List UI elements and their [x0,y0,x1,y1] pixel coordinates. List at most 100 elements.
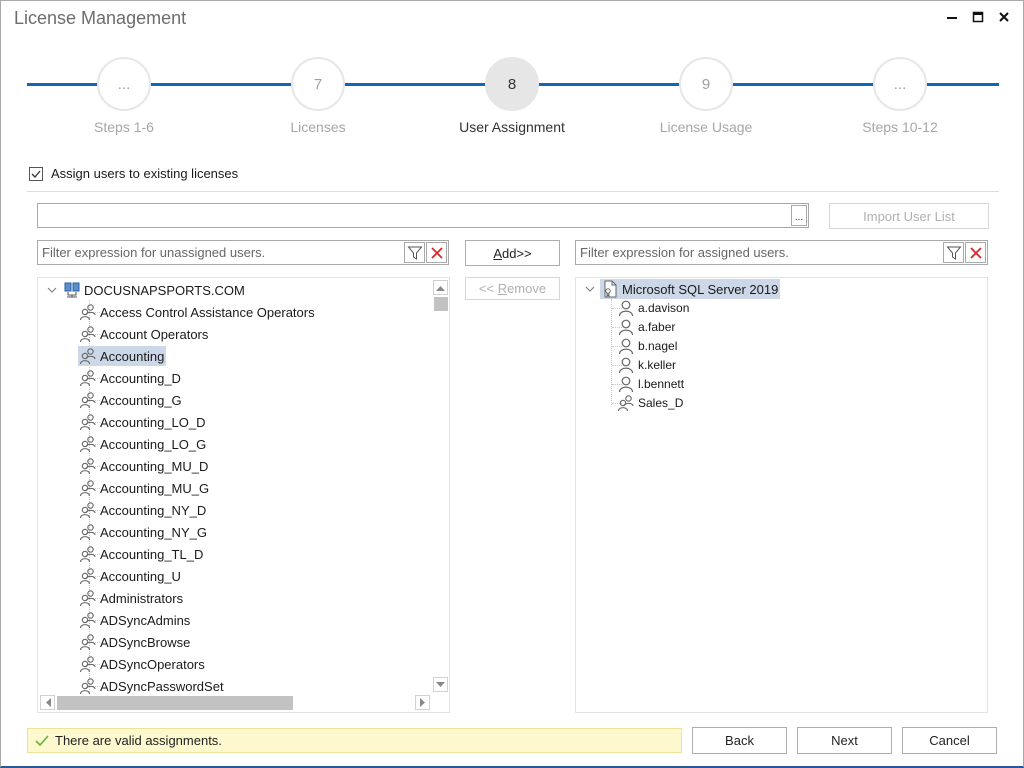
step-license-usage[interactable]: 9 License Usage [626,57,786,135]
step-circle: 8 [485,57,539,111]
assigned-users-tree[interactable]: Microsoft SQL Server 2019 a.davison a.fab… [575,277,988,713]
tree-item-label: Accounting_G [100,392,182,408]
step-circle: 7 [291,57,345,111]
group-icon [78,479,98,497]
tree-item[interactable]: Accounting_LO_D [78,412,208,432]
browse-button[interactable]: ... [791,205,807,226]
horizontal-scroll-thumb[interactable] [57,696,293,710]
wizard-stepper: ... Steps 1-6 7 Licenses 8 User Assignme… [27,57,999,147]
assigned-filter [575,240,988,265]
tree-item-label: Accounting_LO_G [100,436,207,452]
chevron-down-icon [47,287,57,293]
minimize-button[interactable] [939,5,965,29]
expand-toggle[interactable] [584,283,596,295]
cancel-button[interactable]: Cancel [902,727,997,754]
tree-item[interactable]: a.faber [616,317,677,336]
add-button[interactable]: Add>> [465,240,560,266]
tree-item[interactable]: Account Operators [78,324,210,344]
tree-item[interactable]: Sales_D [616,393,685,412]
assign-existing-checkbox[interactable] [29,166,43,181]
assigned-clear-button[interactable] [965,242,986,263]
tree-item[interactable]: Accounting_NY_G [78,522,209,542]
tree-item[interactable]: Administrators [78,588,185,608]
unassigned-filter-button[interactable] [404,242,425,263]
tree-item[interactable]: Accounting_NY_D [78,500,208,520]
assigned-filter-input[interactable] [576,241,937,264]
remove-button[interactable]: << Remove [465,277,560,300]
scroll-up-button[interactable] [433,280,448,295]
step-label: Steps 10-12 [862,119,938,135]
clear-x-icon [430,246,443,259]
license-icon [600,280,620,298]
user-icon [616,318,636,336]
step-10-12[interactable]: ... Steps 10-12 [820,57,980,135]
step-licenses[interactable]: 7 Licenses [238,57,398,135]
tree-item[interactable]: Accounting_TL_D [78,544,205,564]
tree-item-label: Accounting_TL_D [100,546,204,562]
tree-item[interactable]: ADSyncOperators [78,654,207,674]
user-list-path-input[interactable] [38,204,778,227]
assign-existing-checkbox-row[interactable]: Assign users to existing licenses [29,166,238,181]
step-circle: ... [97,57,151,111]
tree-item[interactable]: b.nagel [616,336,679,355]
tree-item[interactable]: Accounting_LO_G [78,434,208,454]
unassigned-clear-button[interactable] [426,242,447,263]
assign-existing-label: Assign users to existing licenses [51,166,239,181]
back-button[interactable]: Back [692,727,787,754]
tree-item-label: Account Operators [100,326,209,342]
tree-item[interactable]: ADSyncBrowse [78,632,192,652]
user-list-path-field[interactable]: ... [37,203,809,228]
group-icon [78,501,98,519]
group-icon [78,457,98,475]
step-user-assignment[interactable]: 8 User Assignment [432,57,592,135]
tree-item[interactable]: ADSyncPasswordSet [78,676,226,696]
tree-item[interactable]: Accounting [78,346,167,366]
window-controls [939,5,1017,29]
vertical-scroll-thumb[interactable] [434,297,448,311]
tree-item[interactable]: a.davison [616,298,691,317]
tree-item-label: Accounting_NY_D [100,502,207,518]
expand-toggle[interactable] [46,284,58,296]
scroll-left-button[interactable] [40,695,55,710]
group-icon [78,677,98,695]
step-label: License Usage [659,119,753,135]
close-button[interactable] [991,5,1017,29]
close-icon [999,12,1009,22]
unassigned-vertical-scrollbar[interactable] [432,278,449,694]
domain-icon [62,281,82,299]
tree-item[interactable]: ADSyncAdmins [78,610,192,630]
unassigned-filter-input[interactable] [38,241,398,264]
tree-item[interactable]: Accounting_U [78,566,183,586]
import-user-list-button[interactable]: Import User List [829,203,989,229]
step-circle: ... [873,57,927,111]
group-icon [78,435,98,453]
tree-item[interactable]: l.bennett [616,374,686,393]
scroll-right-button[interactable] [415,695,430,710]
step-1-6[interactable]: ... Steps 1-6 [44,57,204,135]
tree-item[interactable]: Accounting_G [78,390,184,410]
assigned-filter-button[interactable] [943,242,964,263]
checkmark-icon [31,170,41,178]
group-icon [78,325,98,343]
tree-item[interactable]: Accounting_MU_G [78,478,211,498]
scroll-down-button[interactable] [433,677,448,692]
step-label: User Assignment [459,119,565,135]
tree-item[interactable]: Access Control Assistance Operators [78,302,317,322]
group-icon [78,523,98,541]
user-icon [616,375,636,393]
step-circle: 9 [679,57,733,111]
tree-item[interactable]: k.keller [616,355,678,374]
group-icon [78,413,98,431]
tree-item-label: ADSyncBrowse [100,634,191,650]
maximize-button[interactable] [965,5,991,29]
unassigned-horizontal-scrollbar[interactable] [38,694,434,712]
next-button[interactable]: Next [797,727,892,754]
domain-node[interactable]: DOCUSNAPSPORTS.COM [62,280,247,300]
tree-item[interactable]: Accounting_MU_D [78,456,210,476]
unassigned-users-tree[interactable]: DOCUSNAPSPORTS.COM Access Control Assist… [37,277,450,713]
license-node[interactable]: Microsoft SQL Server 2019 [600,279,781,299]
remove-button-label: << Remove [478,281,547,296]
license-label: Microsoft SQL Server 2019 [622,281,779,297]
tree-item[interactable]: Accounting_D [78,368,183,388]
chevron-down-icon [585,286,595,292]
